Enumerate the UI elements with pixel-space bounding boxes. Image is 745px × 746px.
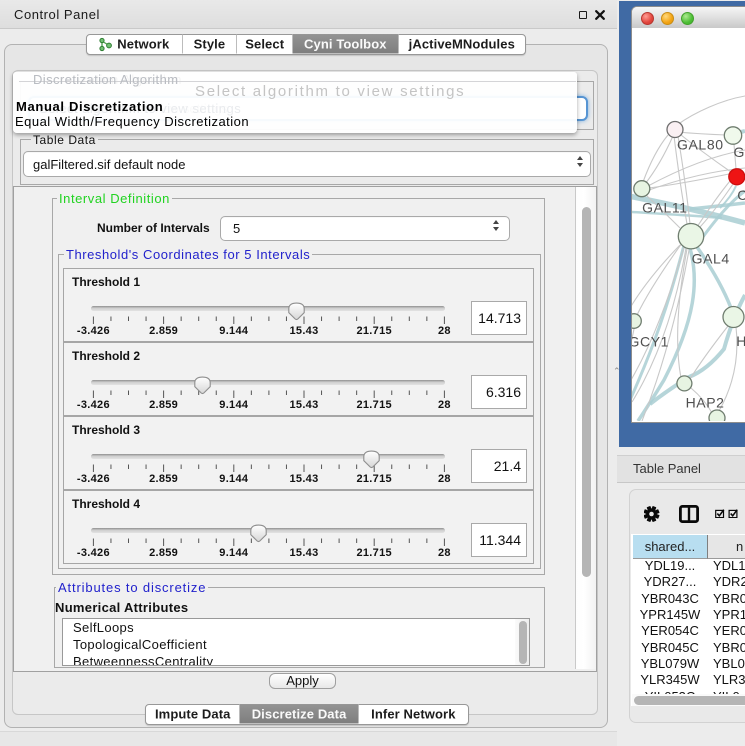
svg-text:GCY1: GCY1: [632, 334, 669, 350]
svg-text:C: C: [737, 187, 745, 203]
svg-text:GAL11: GAL11: [642, 200, 688, 216]
svg-text:GAL: GAL: [734, 144, 745, 160]
svg-text:H: H: [736, 333, 745, 349]
svg-text:HAP2: HAP2: [686, 395, 725, 411]
svg-text:GAL4: GAL4: [692, 251, 730, 267]
svg-text:GAL80: GAL80: [677, 137, 724, 153]
